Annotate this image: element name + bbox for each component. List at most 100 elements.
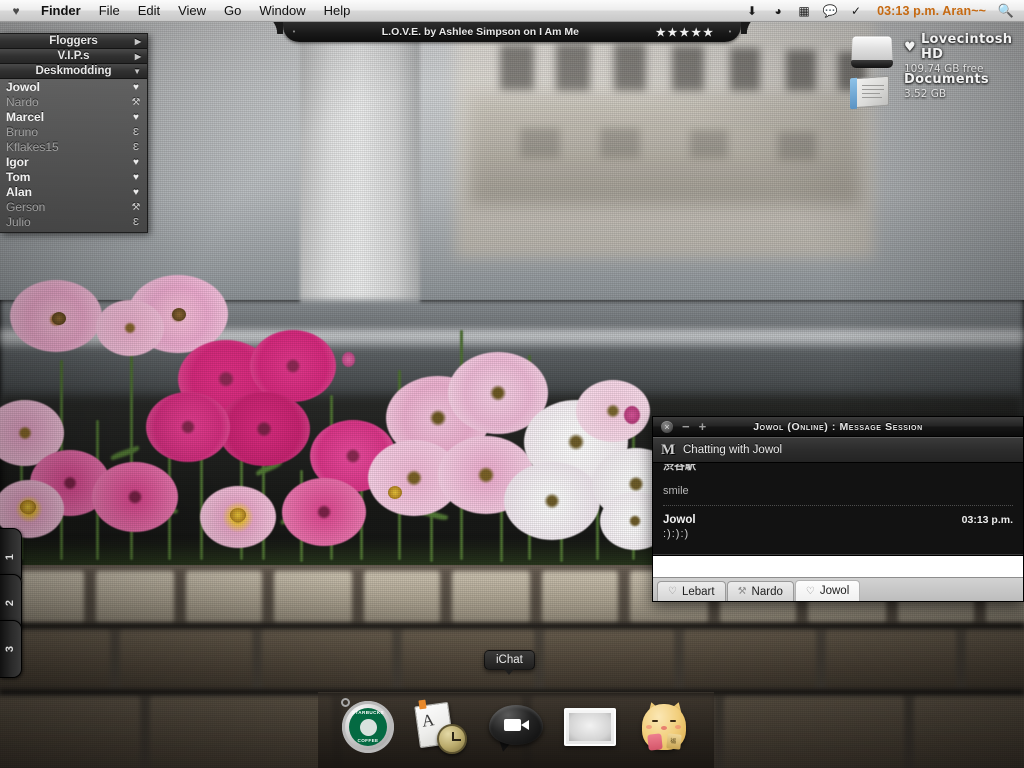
- heart-icon: ♥: [133, 187, 139, 198]
- notepad-letter: A: [420, 710, 436, 731]
- buddy-group-label: V.I.P.s: [57, 49, 90, 62]
- buddy-group-deskmodding[interactable]: Deskmodding ▼: [0, 64, 147, 79]
- dock-item-ichat[interactable]: [487, 698, 545, 756]
- space-tab-label: 2: [4, 599, 17, 607]
- buddy-group-vips[interactable]: V.I.P.s ▶: [0, 49, 147, 64]
- ichat-tab-label: Nardo: [751, 585, 783, 598]
- starbucks-text-top: STARBUCKS: [351, 710, 385, 715]
- buddy-list-panel[interactable]: Floggers ▶ V.I.P.s ▶ Deskmodding ▼ Jowol…: [0, 33, 148, 233]
- minimize-icon[interactable]: −: [682, 420, 690, 433]
- desktop-icon-label: Documents: [904, 72, 989, 87]
- heart-icon: ♥: [133, 172, 139, 183]
- dock-item-dashboard[interactable]: A: [413, 698, 471, 756]
- menu-go[interactable]: Go: [215, 0, 250, 22]
- dock: STARBUCKS COFFEE A 福: [318, 692, 714, 768]
- buddy-name: Alan: [6, 185, 33, 199]
- menu-bar-clock[interactable]: 03:13 p.m. Aran~~: [869, 4, 994, 18]
- buddy-row-julio[interactable]: Julio Ɛ: [0, 215, 147, 230]
- ichat-tab-label: Lebart: [681, 585, 715, 598]
- buddy-group-label: Deskmodding: [35, 64, 112, 77]
- heart-icon: ♥: [133, 82, 139, 93]
- menu-file[interactable]: File: [90, 0, 129, 22]
- idle-icon: Ɛ: [132, 127, 140, 138]
- chat-icon[interactable]: 💬: [817, 0, 843, 22]
- desktop-icon-sublabel: 3.52 GB: [904, 88, 947, 100]
- desktop-icon-lovecintosh-hd[interactable]: ♥ Lovecintosh HD 109.74 GB free: [848, 32, 1024, 76]
- close-icon[interactable]: ×: [661, 420, 673, 433]
- ichat-tab-lebart[interactable]: ♡ Lebart: [657, 581, 726, 601]
- buddy-group-label: Floggers: [49, 34, 98, 47]
- buddy-rows: Jowol ♥ Nardo ⚒ Marcel ♥ Bruno Ɛ Kflakes…: [0, 79, 147, 232]
- cat-coin-text: 福: [669, 738, 677, 746]
- ichat-tab-jowol[interactable]: ♡ Jowol: [794, 580, 861, 601]
- buddy-row-jowol[interactable]: Jowol ♥: [0, 80, 147, 95]
- buddy-group-floggers[interactable]: Floggers ▶: [0, 34, 147, 49]
- buddy-name: Bruno: [6, 125, 39, 139]
- buddy-name: Marcel: [6, 110, 45, 124]
- desktop-screen: ♥ Finder File Edit View Go Window Help ⬇…: [0, 0, 1024, 768]
- itunes-right-dot: •: [728, 28, 732, 36]
- menu-help[interactable]: Help: [315, 0, 360, 22]
- ichat-window-title: Jowol (Online) : Message Session: [753, 420, 923, 433]
- message-icon: M: [661, 441, 676, 458]
- itunes-now-playing-bar[interactable]: • L.O.V.E. by Ashlee Simpson on I Am Me …: [257, 22, 767, 42]
- buddy-name: Gerson: [6, 200, 46, 214]
- buddy-row-nardo[interactable]: Nardo ⚒: [0, 95, 147, 110]
- itunes-track-label: L.O.V.E. by Ashlee Simpson on I Am Me: [381, 26, 579, 38]
- ichat-title-bar[interactable]: × − + Jowol (Online) : Message Session: [653, 417, 1023, 437]
- buddy-row-bruno[interactable]: Bruno Ɛ: [0, 125, 147, 140]
- buddy-row-gerson[interactable]: Gerson ⚒: [0, 200, 147, 215]
- desktop-icon-label: ♥ Lovecintosh HD: [904, 32, 1024, 62]
- volume-icon[interactable]: ◕: [765, 0, 791, 22]
- buddy-name: Tom: [6, 170, 31, 184]
- itunes-left-dot: •: [292, 28, 296, 36]
- space-tab-label: 1: [4, 553, 17, 561]
- message-text-smile: smile: [663, 485, 689, 497]
- menu-finder[interactable]: Finder: [32, 0, 90, 22]
- dock-item-lucky-cat[interactable]: 福: [635, 698, 693, 756]
- zoom-icon[interactable]: +: [699, 420, 707, 433]
- clipped-sender: 渋谷駅: [663, 464, 696, 472]
- window-controls: × − +: [653, 420, 707, 433]
- ichat-message-window[interactable]: × − + Jowol (Online) : Message Session M…: [652, 416, 1024, 602]
- chevron-right-icon: ▶: [134, 51, 141, 61]
- itunes-rating-stars[interactable]: ★★★★★: [656, 26, 719, 39]
- clipped-time: ▫: [1009, 464, 1013, 468]
- buddy-name: Jowol: [6, 80, 41, 94]
- wrench-icon: ⚒: [131, 202, 141, 213]
- message-sender: Jowol: [663, 514, 696, 526]
- ichat-tab-nardo[interactable]: ⚒ Nardo: [726, 581, 794, 601]
- idle-icon: Ɛ: [132, 142, 140, 153]
- starbucks-text-bottom: COFFEE: [357, 738, 379, 743]
- chevron-right-icon: ▶: [134, 36, 141, 46]
- message-input[interactable]: [653, 555, 1023, 577]
- desktop-icon-name: Documents: [904, 72, 989, 87]
- buddy-row-tom[interactable]: Tom ♥: [0, 170, 147, 185]
- buddy-row-alan[interactable]: Alan ♥: [0, 185, 147, 200]
- space-tab-label: 3: [4, 645, 17, 653]
- display-icon[interactable]: ▦: [791, 0, 817, 22]
- buddy-name: Igor: [6, 155, 29, 169]
- wrench-icon: ⚒: [737, 586, 747, 597]
- download-icon[interactable]: ⬇: [739, 0, 765, 22]
- menu-window[interactable]: Window: [250, 0, 314, 22]
- message-timestamp: 03:13 p.m.: [961, 514, 1013, 526]
- menu-view[interactable]: View: [169, 0, 215, 22]
- buddy-name: Kflakes15: [6, 140, 59, 154]
- heart-icon: ♥: [904, 39, 916, 55]
- message-text: :):):): [663, 528, 690, 540]
- buddy-name: Nardo: [6, 95, 39, 109]
- space-tab-3[interactable]: 3: [0, 620, 22, 678]
- buddy-row-marcel[interactable]: Marcel ♥: [0, 110, 147, 125]
- display-preferences-icon: [564, 708, 616, 746]
- check-icon[interactable]: ✓: [843, 0, 869, 22]
- dock-item-displays[interactable]: [561, 698, 619, 756]
- heart-icon[interactable]: ♥: [0, 4, 32, 18]
- search-icon[interactable]: 🔍: [994, 3, 1018, 19]
- buddy-row-kflakes15[interactable]: Kflakes15 Ɛ: [0, 140, 147, 155]
- ichat-transcript[interactable]: 渋谷駅 ▫ smile Jowol 03:13 p.m. :):):): [653, 463, 1023, 555]
- dock-item-starbucks[interactable]: STARBUCKS COFFEE: [339, 698, 397, 756]
- menu-edit[interactable]: Edit: [129, 0, 169, 22]
- desktop-icon-documents[interactable]: Documents 3.52 GB: [848, 72, 989, 116]
- buddy-row-igor[interactable]: Igor ♥: [0, 155, 147, 170]
